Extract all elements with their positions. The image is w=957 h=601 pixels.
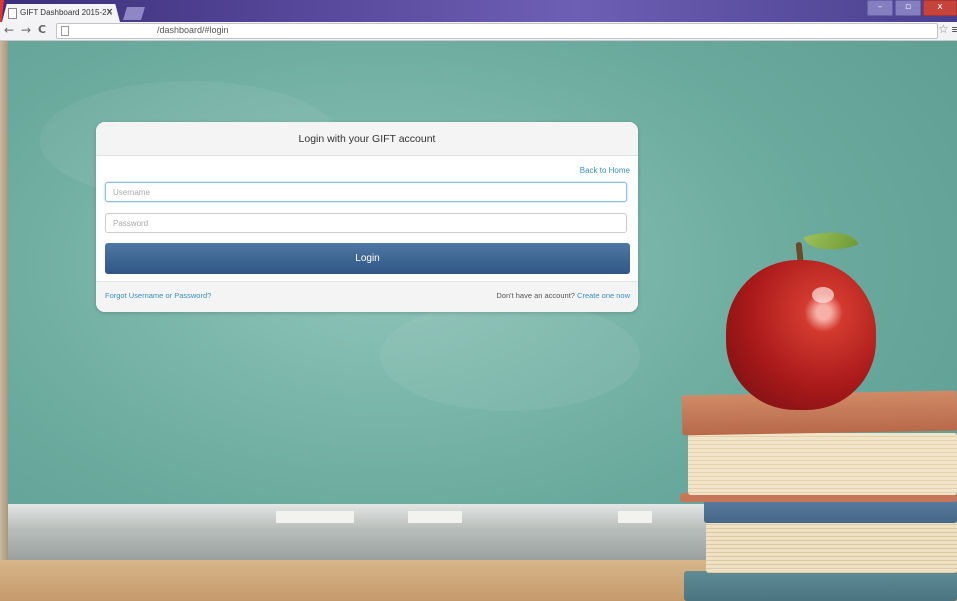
login-card: Login with your GIFT account Back to Hom… (96, 122, 638, 312)
book-pages (688, 433, 957, 495)
menu-icon[interactable]: ≡ (951, 23, 957, 36)
url-text: /dashboard/#login (157, 25, 229, 35)
reload-icon[interactable]: C (38, 23, 46, 36)
apple-highlight (812, 287, 834, 303)
login-button[interactable]: Login (105, 243, 630, 274)
minimize-button[interactable]: – (867, 0, 893, 16)
address-bar[interactable]: /dashboard/#login (56, 23, 938, 39)
back-arrow-icon[interactable]: ← (4, 23, 14, 37)
close-window-button[interactable]: x (923, 0, 957, 16)
board-frame (0, 41, 8, 601)
forgot-credentials-link[interactable]: Forgot Username or Password? (105, 291, 211, 300)
chalk-smudge (380, 301, 640, 411)
forward-arrow-icon[interactable]: → (21, 23, 31, 37)
apple-leaf (803, 221, 859, 261)
no-account-text: Don't have an account? (496, 291, 575, 300)
back-to-home-link[interactable]: Back to Home (580, 166, 630, 175)
login-heading: Login with your GIFT account (96, 122, 638, 156)
star-icon[interactable]: ☆ (938, 22, 949, 36)
book-pages (706, 521, 957, 573)
apple-image (726, 260, 876, 410)
new-tab-button[interactable] (123, 7, 145, 20)
window-controls: – ▫ x (867, 0, 957, 16)
page-icon (61, 26, 69, 36)
browser-titlebar: GIFT Dashboard 2015-2X × – ▫ x (0, 0, 957, 22)
tab-title: GIFT Dashboard 2015-2X (20, 8, 112, 17)
browser-toolbar: ← → C /dashboard/#login ☆ ≡ (0, 22, 957, 41)
chalk-tray (8, 504, 708, 530)
login-footer: Forgot Username or Password? Don't have … (96, 281, 638, 312)
chalk-stick (618, 511, 652, 523)
chalk-stick (408, 511, 462, 523)
chalkboard-background: Login with your GIFT account Back to Hom… (0, 41, 957, 601)
book (684, 571, 957, 601)
page-icon (8, 8, 17, 19)
signup-prompt: Don't have an account? Create one now (496, 291, 630, 300)
username-input[interactable] (105, 182, 627, 202)
maximize-button[interactable]: ▫ (895, 0, 921, 16)
password-input[interactable] (105, 213, 627, 233)
browser-tab[interactable]: GIFT Dashboard 2015-2X × (2, 4, 120, 22)
create-account-link[interactable]: Create one now (577, 291, 630, 300)
tab-close-button[interactable]: × (106, 7, 114, 17)
chalk-tray-lip (8, 530, 708, 560)
chalk-stick (276, 511, 354, 523)
